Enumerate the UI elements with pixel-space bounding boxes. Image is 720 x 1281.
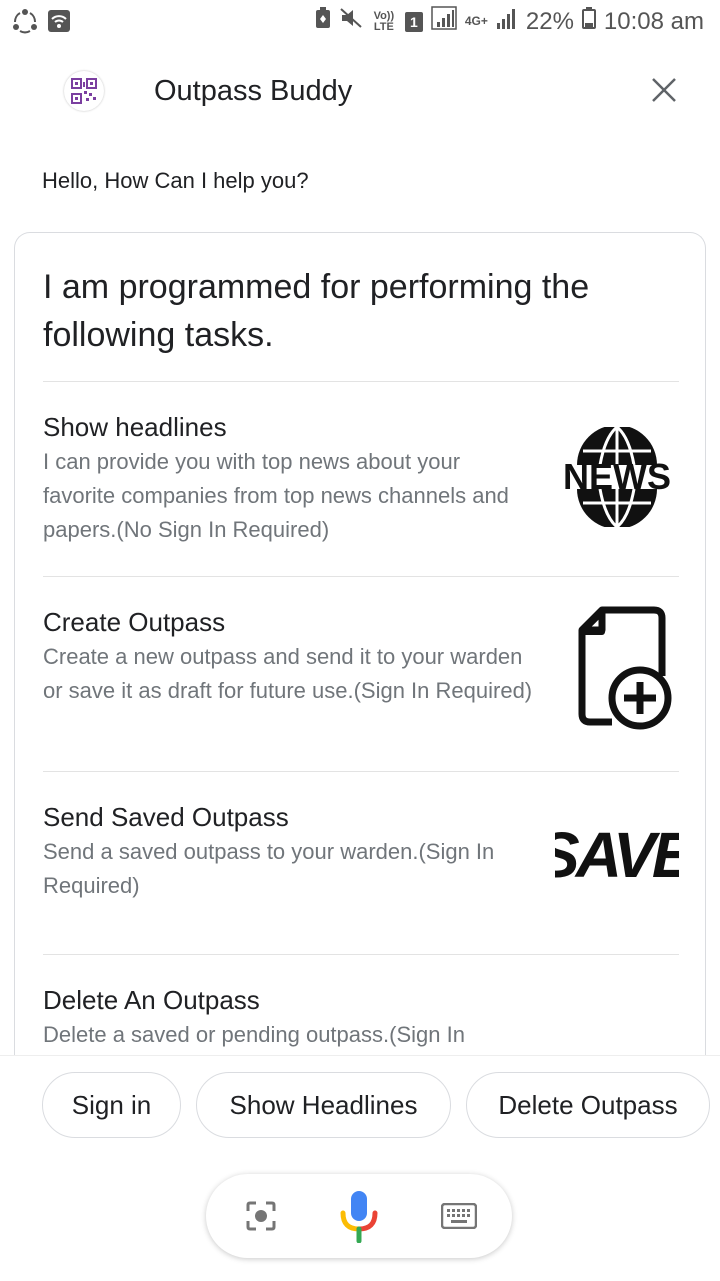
- volte-indicator: Vo)) LTE: [373, 9, 395, 33]
- chip-delete-outpass[interactable]: Delete Outpass: [466, 1072, 710, 1138]
- task-show-headlines[interactable]: Show headlines I can provide you with to…: [43, 411, 679, 547]
- keyboard-button[interactable]: [424, 1174, 494, 1258]
- qr-code-icon: [64, 71, 104, 111]
- mic-icon: [340, 1191, 378, 1243]
- battery-icon: [581, 7, 596, 36]
- suggestions-area: Sign in Show Headlines Delete Outpass: [0, 1055, 720, 1281]
- mic-button[interactable]: [324, 1174, 394, 1258]
- signal-roaming-icon: [431, 6, 457, 37]
- news-globe-icon: NEWS: [555, 415, 679, 539]
- close-button[interactable]: [646, 72, 682, 108]
- close-icon: [652, 78, 676, 102]
- lens-button[interactable]: [226, 1174, 296, 1258]
- task-description: I can provide you with top news about yo…: [43, 449, 509, 542]
- lens-icon: [246, 1201, 276, 1231]
- task-delete-outpass[interactable]: Delete An Outpass Delete a saved or pend…: [43, 984, 679, 1063]
- clock: 10:08 am: [603, 7, 704, 35]
- task-send-saved-outpass[interactable]: Send Saved Outpass Send a saved outpass …: [43, 801, 679, 903]
- network-type: 4G+: [464, 14, 488, 28]
- greeting-message: Hello, How Can I help you?: [42, 168, 309, 193]
- new-document-icon: [555, 606, 679, 730]
- sync-icon: [12, 8, 38, 39]
- app-title: Outpass Buddy: [154, 75, 353, 107]
- input-bar: [206, 1174, 512, 1258]
- chip-show-headlines[interactable]: Show Headlines: [196, 1072, 451, 1138]
- chip-sign-in[interactable]: Sign in: [42, 1072, 181, 1138]
- mute-icon: [339, 7, 363, 36]
- divider: [43, 381, 679, 382]
- divider: [43, 771, 679, 772]
- signal-bars-icon: [496, 8, 518, 36]
- battery-percent: 22%: [525, 7, 574, 35]
- status-bar: Vo)) LTE 1 4G+ 22% 10:08 am: [0, 0, 720, 44]
- sim-indicator: 1: [404, 11, 423, 32]
- divider: [43, 576, 679, 577]
- save-image-text: SAVE: [555, 819, 679, 891]
- task-create-outpass[interactable]: Create Outpass Create a new outpass and …: [43, 606, 679, 730]
- assistant-header: Outpass Buddy: [0, 58, 720, 128]
- task-title: Delete An Outpass: [43, 985, 260, 1015]
- task-description: Send a saved outpass to your warden.(Sig…: [43, 839, 495, 898]
- keyboard-icon: [441, 1203, 477, 1229]
- task-description: Create a new outpass and send it to your…: [43, 644, 533, 703]
- save-text-icon: SAVE: [555, 801, 679, 919]
- card-heading: I am programmed for performing the follo…: [43, 268, 590, 354]
- divider: [43, 954, 679, 955]
- wifi-icon: [48, 10, 70, 37]
- news-image-text: NEWS: [563, 456, 671, 497]
- battery-saver-icon: [315, 7, 331, 36]
- tasks-card: I am programmed for performing the follo…: [14, 232, 706, 1063]
